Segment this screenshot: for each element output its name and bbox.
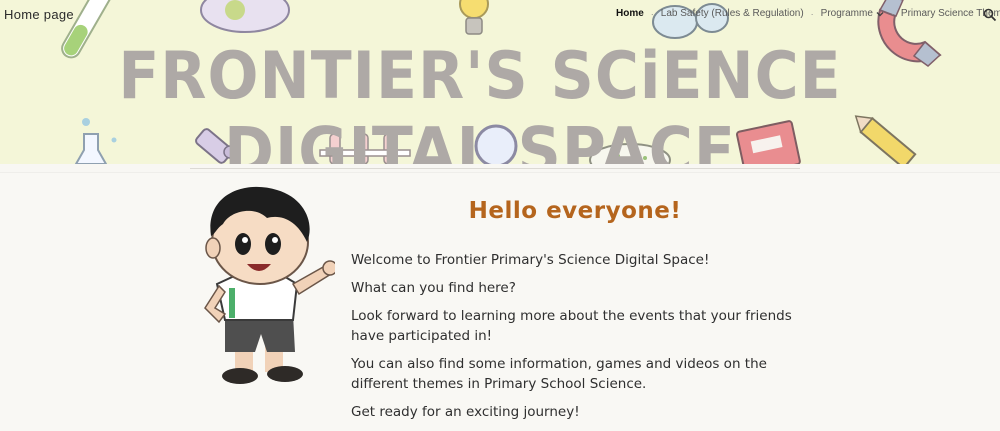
site-name-link[interactable]: Home page <box>4 7 74 22</box>
nav-item-label: Lab Safety (Rules & Regulation) <box>660 8 804 19</box>
intro-paragraph: What can you find here? <box>351 280 516 296</box>
nav-item-label: Programme <box>820 8 873 19</box>
nav-item-programme[interactable]: Programme <box>821 8 884 19</box>
nav-item-lab-safety[interactable]: Lab Safety (Rules & Regulation) <box>661 8 804 19</box>
greeting-heading: Hello everyone! <box>468 198 682 224</box>
intro-text: Welcome to Frontier Primary's Science Di… <box>351 250 811 430</box>
top-navigation: Home page Home · Lab Safety (Rules & Reg… <box>0 0 1000 30</box>
search-icon[interactable] <box>983 8 997 22</box>
intro-paragraph: Welcome to Frontier Primary's Science Di… <box>351 252 710 268</box>
nav-menu: Home · Lab Safety (Rules & Regulation) ·… <box>616 8 1000 19</box>
intro-paragraph: Look forward to learning more about the … <box>351 308 792 344</box>
chevron-down-icon <box>876 11 884 16</box>
nav-separator: · <box>650 8 654 19</box>
header-banner: FRONTIER'S SCiENCE DIGITAL SPACE Home pa… <box>0 0 1000 164</box>
intro-paragraph: Get ready for an exciting journey! <box>351 404 580 420</box>
banner-title: FRONTIER'S SCiENCE DIGITAL SPACE <box>118 38 842 164</box>
nav-separator: · <box>810 8 814 19</box>
nav-item-label: Home <box>616 8 644 19</box>
page: FRONTIER'S SCiENCE DIGITAL SPACE Home pa… <box>0 0 1000 431</box>
nav-separator: · <box>890 8 894 19</box>
nav-item-home[interactable]: Home <box>616 8 644 19</box>
intro-paragraph: You can also find some information, game… <box>351 356 767 392</box>
boy-mascot-illustration <box>204 186 335 384</box>
divider <box>190 168 800 169</box>
